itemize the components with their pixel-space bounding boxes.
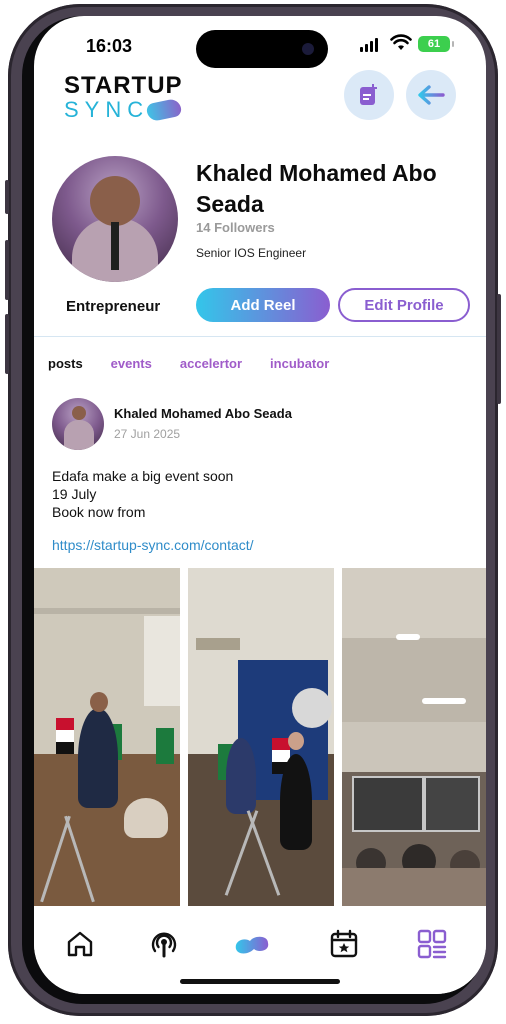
wifi-icon xyxy=(390,34,412,50)
app-logo: STARTUP SYNC xyxy=(64,72,183,123)
nav-podcast[interactable] xyxy=(144,924,184,964)
post-photo[interactable] xyxy=(188,568,334,906)
add-reel-button[interactable]: Add Reel xyxy=(196,288,330,322)
logo-text-bottom: SYNC xyxy=(64,97,183,123)
action-button xyxy=(5,180,9,214)
nav-home[interactable] xyxy=(60,924,100,964)
post-author-avatar[interactable] xyxy=(52,398,104,450)
profile-tabs: posts events accelertor incubator xyxy=(48,356,329,371)
nav-menu[interactable] xyxy=(412,924,452,964)
nav-calendar[interactable] xyxy=(324,924,364,964)
post-link[interactable]: https://startup-sync.com/contact/ xyxy=(52,537,254,553)
document-add-icon xyxy=(360,84,377,105)
profile-name: Khaled Mohamed Abo Seada xyxy=(196,160,437,217)
post-line: Book now from xyxy=(52,504,146,520)
back-button[interactable] xyxy=(406,70,456,120)
logo-text-sync: SYNC xyxy=(64,97,150,122)
home-icon xyxy=(67,931,93,957)
signal-icon xyxy=(360,38,378,52)
edit-profile-button[interactable]: Edit Profile xyxy=(338,288,470,322)
volume-down-button xyxy=(5,314,9,374)
podcast-icon xyxy=(151,932,177,958)
screen: 16:03 61 STARTUP SYNC Khaled Mohamed Abo… xyxy=(34,16,486,994)
followers-count[interactable]: 14 Followers xyxy=(196,220,275,235)
post-photo[interactable] xyxy=(34,568,180,906)
power-button xyxy=(497,294,501,404)
post-author-name[interactable]: Khaled Mohamed Abo Seada xyxy=(114,406,292,421)
home-indicator[interactable] xyxy=(180,979,340,984)
add-document-button[interactable] xyxy=(344,70,394,120)
job-title: Senior IOS Engineer xyxy=(196,246,307,260)
status-time: 16:03 xyxy=(86,36,133,56)
arrow-left-icon xyxy=(418,85,445,105)
dynamic-island xyxy=(196,30,328,68)
post-line: 19 July xyxy=(52,486,97,502)
grid-menu-icon xyxy=(417,929,447,959)
camera-icon xyxy=(302,43,314,55)
logo-text-top: STARTUP xyxy=(64,72,183,99)
tab-posts[interactable]: posts xyxy=(48,356,83,371)
profile-avatar[interactable] xyxy=(52,156,178,282)
status-bar: 16:03 61 xyxy=(34,16,486,70)
divider xyxy=(34,336,486,337)
role-label: Entrepreneur xyxy=(66,298,161,315)
post-photo[interactable] xyxy=(342,568,486,906)
calendar-icon xyxy=(330,929,358,958)
tab-incubator[interactable]: incubator xyxy=(270,356,329,371)
battery-indicator: 61 xyxy=(418,36,454,52)
post-date: 27 Jun 2025 xyxy=(114,427,181,441)
logo-mark-icon xyxy=(145,97,183,123)
tab-events[interactable]: events xyxy=(111,356,152,371)
post-line: Edafa make a big event soon xyxy=(52,468,234,484)
post-body: Edafa make a big event soon 19 July Book… xyxy=(52,467,233,521)
nav-home-feed[interactable] xyxy=(232,924,272,964)
post-photo-gallery[interactable] xyxy=(34,568,486,906)
logo-icon xyxy=(235,936,269,954)
volume-up-button xyxy=(5,240,9,300)
tab-accelerator[interactable]: accelertor xyxy=(180,356,242,371)
